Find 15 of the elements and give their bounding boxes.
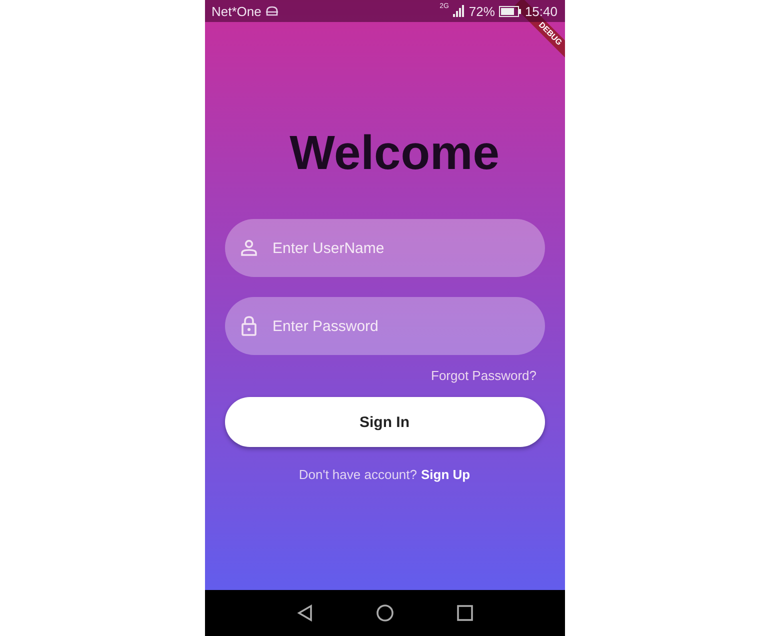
sign-up-link[interactable]: Sign Up [421, 467, 470, 482]
clock: 15:40 [524, 4, 558, 18]
carrier-name: Net*One [212, 4, 262, 18]
forgot-password-link[interactable]: Forgot Password? [431, 368, 536, 383]
person-icon [238, 238, 258, 258]
back-icon[interactable] [296, 604, 314, 622]
signal-icon [452, 5, 465, 17]
signup-prompt: Don't have account? [298, 467, 417, 482]
recents-icon[interactable] [456, 604, 474, 622]
sign-in-button[interactable]: Sign In [224, 397, 544, 447]
battery-percent: 72% [468, 4, 495, 18]
home-icon[interactable] [376, 604, 394, 622]
lock-icon [238, 315, 258, 337]
battery-icon [498, 6, 521, 16]
welcome-title: Welcome [288, 126, 500, 182]
